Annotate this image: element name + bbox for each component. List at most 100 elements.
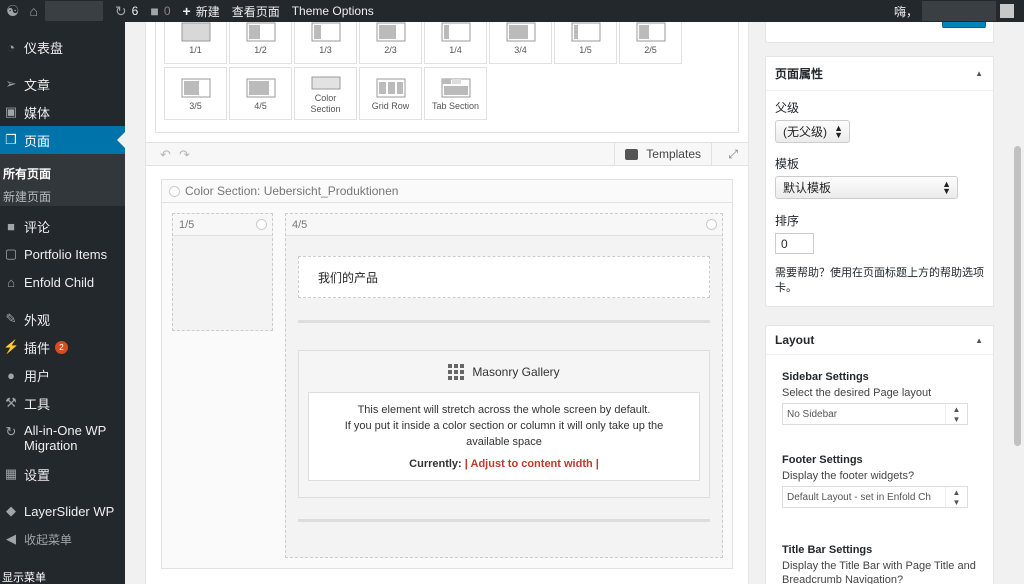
- shortcut-label: 1/1: [189, 45, 202, 55]
- sidebar-item-portfolio[interactable]: ▢ Portfolio Items: [0, 243, 125, 265]
- submenu-all-pages[interactable]: 所有页面: [3, 165, 51, 182]
- page-scrollbar[interactable]: [1011, 22, 1024, 584]
- sidebar-item-label: Portfolio Items: [24, 246, 108, 262]
- sidebar-item-collapse[interactable]: ◀ 收起菜单: [0, 528, 125, 550]
- sidebar-item-label: LayerSlider WP: [24, 503, 115, 519]
- parent-label: 父级: [775, 101, 800, 115]
- view-page-link[interactable]: 查看页面: [226, 0, 286, 22]
- sidebar-item-users[interactable]: ● 用户: [0, 364, 125, 386]
- sidebar-item-migration[interactable]: ↻ All-in-One WP Migration: [0, 423, 125, 457]
- shortcut-label: 1/2: [254, 45, 267, 55]
- tab-section-icon: [441, 78, 470, 98]
- sidebar-select[interactable]: No Sidebar ▲ ▼: [782, 403, 968, 425]
- dashboard-icon: ◔: [7, 39, 15, 55]
- separator-element[interactable]: [298, 519, 710, 522]
- currently-line: Currently: | Adjust to content width |: [309, 456, 699, 472]
- order-input[interactable]: 0: [775, 233, 814, 254]
- column-1-5[interactable]: 1/5: [172, 213, 273, 331]
- parent-select[interactable]: (无父级) ▲ ▼: [775, 120, 850, 143]
- order-label: 排序: [775, 214, 800, 228]
- pages-icon: ❐: [5, 132, 17, 147]
- select-arrows-icon: ▲ ▼: [834, 123, 843, 140]
- sidebar-item-label: 用户: [24, 368, 51, 384]
- color-section-element[interactable]: Color Section: Uebersicht_Produktionen 1…: [161, 179, 733, 569]
- layout-header[interactable]: Layout ▲: [766, 326, 993, 355]
- comments-link[interactable]: ■ 0: [144, 0, 176, 22]
- submenu-new-page[interactable]: 新建页面: [3, 188, 51, 205]
- comment-icon: ■: [7, 218, 15, 234]
- column-header[interactable]: 1/5: [173, 214, 272, 236]
- shortcut-4-5[interactable]: 4/5: [229, 67, 292, 120]
- column-4-5[interactable]: 4/5 我们的产品 Masonry Gallery This element w…: [285, 213, 723, 558]
- sidebar-settings-desc: Select the desired Page layout: [782, 387, 932, 399]
- footer-select-value: Default Layout - set in Enfold Ch: [787, 491, 931, 503]
- shortcut-color-section[interactable]: Color Section: [294, 67, 357, 120]
- select-arrows-icon: ▲ ▼: [942, 179, 951, 196]
- select-radio[interactable]: [706, 219, 717, 230]
- shortcut-3-5[interactable]: 3/5: [164, 67, 227, 120]
- shortcut-tab-section[interactable]: Tab Section: [424, 67, 487, 120]
- sidebar-item-dashboard[interactable]: ◔ 仪表盘: [0, 36, 125, 58]
- sidebar-item-layerslider[interactable]: ◆ LayerSlider WP: [0, 500, 125, 522]
- redo-icon[interactable]: ↷: [179, 147, 190, 163]
- user-name[interactable]: [922, 1, 996, 21]
- separator-element[interactable]: [298, 320, 710, 323]
- templates-label: Templates: [646, 147, 701, 161]
- refresh-icon: ↻: [114, 2, 127, 19]
- sidebar-item-plugins[interactable]: ⚡ 插件 2: [0, 336, 125, 358]
- page-attributes-header[interactable]: 页面属性 ▲: [766, 57, 993, 91]
- fullscreen-icon[interactable]: ⤢: [728, 147, 738, 162]
- sidebar-item-label: 媒体: [24, 105, 51, 121]
- special-heading-element[interactable]: 我们的产品: [298, 256, 710, 298]
- layerslider-icon: ◆: [6, 503, 16, 518]
- footer-select[interactable]: Default Layout - set in Enfold Ch ▲ ▼: [782, 486, 968, 508]
- column-1-4-icon: [441, 22, 470, 42]
- sidebar-item-settings[interactable]: ▦ 设置: [0, 463, 125, 485]
- gallery-notice: This element will stretch across the who…: [308, 392, 700, 481]
- column-3-4-icon: [506, 22, 535, 42]
- portfolio-icon: ▢: [4, 246, 18, 261]
- select-radio[interactable]: [169, 185, 180, 197]
- collapse-toggle-icon[interactable]: ▲: [975, 336, 983, 345]
- shortcut-label: 1/4: [449, 45, 462, 55]
- layout-shortcuts: 1/1 1/2 1/3 2/3 1/4 3/4 1/5 2/5 3/5 4/5 …: [155, 11, 739, 133]
- sidebar-item-tools[interactable]: ⚒ 工具: [0, 392, 125, 414]
- shortcut-label: Color Section: [310, 93, 341, 114]
- color-section-header[interactable]: Color Section: Uebersicht_Produktionen: [162, 180, 732, 203]
- shortcut-grid-row[interactable]: Grid Row: [359, 67, 422, 120]
- select-radio[interactable]: [256, 219, 267, 230]
- color-section-title: Color Section: Uebersicht_Produktionen: [185, 184, 399, 198]
- scrollbar-thumb[interactable]: [1014, 146, 1021, 446]
- shortcut-label: 1/5: [579, 45, 592, 55]
- parent-select-value: (无父级): [783, 125, 827, 139]
- wordpress-logo-icon[interactable]: ☯: [0, 0, 25, 22]
- pages-submenu: 所有页面 新建页面: [0, 154, 125, 206]
- templates-button[interactable]: Templates: [614, 143, 712, 165]
- sidebar-item-label: 工具: [24, 396, 51, 412]
- avatar[interactable]: [1000, 4, 1014, 18]
- sidebar-item-pages[interactable]: ❐ 页面: [0, 126, 125, 154]
- template-select[interactable]: 默认模板 ▲ ▼: [775, 176, 958, 199]
- theme-options-link[interactable]: Theme Options: [286, 0, 380, 22]
- new-content-link[interactable]: + 新建: [177, 0, 226, 22]
- updates-link[interactable]: ↻ 6: [109, 0, 144, 22]
- sidebar-item-label: 设置: [24, 467, 51, 483]
- sidebar-item-appearance[interactable]: ✎ 外观: [0, 308, 125, 330]
- column-1-5-icon: [571, 22, 600, 42]
- undo-icon[interactable]: ↶: [160, 147, 171, 163]
- column-header[interactable]: 4/5: [286, 214, 722, 236]
- home-icon[interactable]: ⌂: [25, 0, 44, 22]
- site-name[interactable]: [44, 1, 103, 21]
- column-1-2-icon: [246, 22, 275, 42]
- show-menu-button[interactable]: 显示菜单: [0, 566, 48, 584]
- footer-settings-desc: Display the footer widgets?: [782, 470, 915, 482]
- home-icon: ⌂: [7, 274, 15, 290]
- masonry-gallery-element[interactable]: Masonry Gallery This element will stretc…: [298, 350, 710, 498]
- wrench-icon: ⚒: [5, 395, 17, 410]
- color-section-icon: [311, 76, 340, 90]
- sidebar-item-posts[interactable]: ➢ 文章: [0, 73, 125, 95]
- sidebar-item-enfold-child[interactable]: ⌂ Enfold Child: [0, 271, 125, 293]
- collapse-toggle-icon[interactable]: ▲: [975, 69, 983, 78]
- sidebar-item-comments[interactable]: ■ 评论: [0, 215, 125, 237]
- sidebar-item-media[interactable]: ▣ 媒体: [0, 101, 125, 123]
